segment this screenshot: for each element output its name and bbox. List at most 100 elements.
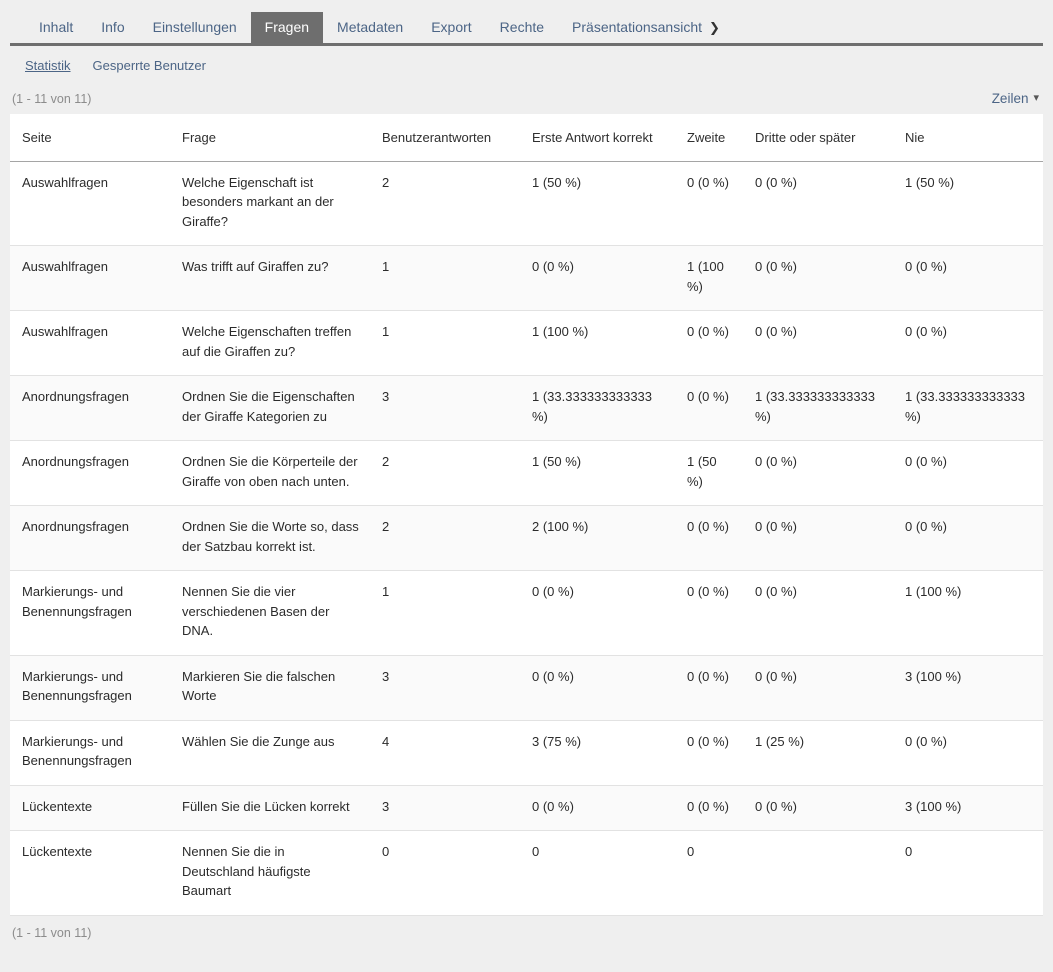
tab-label: Einstellungen bbox=[153, 19, 237, 35]
table-cell: 0 (0 %) bbox=[893, 720, 1043, 785]
table-toolbar: (1 - 11 von 11) Zeilen ▾ bbox=[0, 77, 1053, 112]
tab-fragen[interactable]: Fragen bbox=[251, 12, 323, 43]
table-cell: 1 (33.333333333333 %) bbox=[520, 376, 675, 441]
table-cell: 1 (50 %) bbox=[675, 441, 743, 506]
table-cell: 0 bbox=[520, 831, 675, 916]
table-cell: 0 (0 %) bbox=[743, 655, 893, 720]
table-cell: 0 (0 %) bbox=[675, 376, 743, 441]
table-row: AuswahlfragenWelche Eigenschaften treffe… bbox=[10, 311, 1043, 376]
pagination-bottom: (1 - 11 von 11) bbox=[12, 926, 91, 940]
table-cell: Anordnungsfragen bbox=[10, 506, 170, 571]
table-cell: 0 (0 %) bbox=[743, 571, 893, 656]
table-cell: 1 (100 %) bbox=[520, 311, 675, 376]
tab-bar: Inhalt Info Einstellungen Fragen Metadaten Ex… bbox=[10, 0, 1043, 46]
table-cell: 1 (50 %) bbox=[520, 161, 675, 246]
table-cell: 0 (0 %) bbox=[675, 720, 743, 785]
table-cell: Was trifft auf Giraffen zu? bbox=[170, 246, 370, 311]
subtab-bar: Statistik Gesperrte Benutzer bbox=[0, 46, 1053, 77]
statistics-table-container: SeiteFrageBenutzerantwortenErste Antwort… bbox=[10, 114, 1043, 916]
table-row: AuswahlfragenWelche Eigenschaft ist beso… bbox=[10, 161, 1043, 246]
table-cell: 0 (0 %) bbox=[675, 655, 743, 720]
table-cell: 0 (0 %) bbox=[893, 246, 1043, 311]
table-cell: 1 bbox=[370, 246, 520, 311]
tab-label: Export bbox=[431, 19, 471, 35]
table-cell: Füllen Sie die Lücken korrekt bbox=[170, 785, 370, 831]
table-cell: Markieren Sie die falschen Worte bbox=[170, 655, 370, 720]
table-row: AnordnungsfragenOrdnen Sie die Körpertei… bbox=[10, 441, 1043, 506]
table-cell: 0 (0 %) bbox=[743, 441, 893, 506]
table-cell: 2 bbox=[370, 506, 520, 571]
table-cell: 1 (100 %) bbox=[675, 246, 743, 311]
subtab-gesperrte-benutzer[interactable]: Gesperrte Benutzer bbox=[93, 58, 206, 73]
table-cell: 1 (50 %) bbox=[893, 161, 1043, 246]
tab-label: Metadaten bbox=[337, 19, 403, 35]
table-cell: 0 (0 %) bbox=[520, 246, 675, 311]
tab-info[interactable]: Info bbox=[87, 12, 138, 43]
caret-down-icon: ▾ bbox=[1033, 93, 1039, 104]
tab-einstellungen[interactable]: Einstellungen bbox=[139, 12, 251, 43]
table-cell: 0 (0 %) bbox=[675, 785, 743, 831]
tab-label: Info bbox=[101, 19, 124, 35]
table-cell: Auswahlfragen bbox=[10, 311, 170, 376]
table-cell: Auswahlfragen bbox=[10, 161, 170, 246]
table-cell: 1 bbox=[370, 571, 520, 656]
table-cell: 0 (0 %) bbox=[893, 506, 1043, 571]
table-cell: 2 (100 %) bbox=[520, 506, 675, 571]
tab-label: Präsentationsansicht bbox=[572, 19, 702, 35]
table-cell: Anordnungsfragen bbox=[10, 441, 170, 506]
statistics-table: SeiteFrageBenutzerantwortenErste Antwort… bbox=[10, 114, 1043, 916]
column-header-zweite: Zweite bbox=[675, 114, 743, 161]
table-cell: Ordnen Sie die Körperteile der Giraffe v… bbox=[170, 441, 370, 506]
table-cell: Auswahlfragen bbox=[10, 246, 170, 311]
table-cell: 0 (0 %) bbox=[675, 571, 743, 656]
table-cell: Markierungs- und Benennungsfragen bbox=[10, 655, 170, 720]
table-cell: Welche Eigenschaft ist besonders markant… bbox=[170, 161, 370, 246]
table-row: Markierungs- und BenennungsfragenWählen … bbox=[10, 720, 1043, 785]
table-cell: 0 bbox=[893, 831, 1043, 916]
table-cell: 1 (100 %) bbox=[893, 571, 1043, 656]
table-cell: Markierungs- und Benennungsfragen bbox=[10, 571, 170, 656]
table-cell: Lückentexte bbox=[10, 831, 170, 916]
table-row: LückentexteFüllen Sie die Lücken korrekt… bbox=[10, 785, 1043, 831]
subtab-statistik[interactable]: Statistik bbox=[25, 58, 71, 73]
table-cell: 0 (0 %) bbox=[520, 655, 675, 720]
rows-dropdown[interactable]: Zeilen ▾ bbox=[992, 91, 1039, 106]
table-cell: 2 bbox=[370, 441, 520, 506]
pagination-top: (1 - 11 von 11) bbox=[12, 92, 91, 106]
table-cell: 0 (0 %) bbox=[675, 506, 743, 571]
table-cell: Nennen Sie die vier verschiedenen Basen … bbox=[170, 571, 370, 656]
table-cell: Anordnungsfragen bbox=[10, 376, 170, 441]
table-cell: 0 (0 %) bbox=[893, 311, 1043, 376]
table-cell: Ordnen Sie die Worte so, dass der Satzba… bbox=[170, 506, 370, 571]
table-row: AnordnungsfragenOrdnen Sie die Worte so,… bbox=[10, 506, 1043, 571]
tab-prasentationsansicht[interactable]: Präsentationsansicht❯ bbox=[558, 12, 734, 43]
table-cell: Welche Eigenschaften treffen auf die Gir… bbox=[170, 311, 370, 376]
table-cell: 3 bbox=[370, 655, 520, 720]
column-header-dritte-oder-spater: Dritte oder später bbox=[743, 114, 893, 161]
table-cell: 1 (33.333333333333 %) bbox=[743, 376, 893, 441]
table-cell: 0 (0 %) bbox=[743, 246, 893, 311]
rows-dropdown-label: Zeilen bbox=[992, 91, 1029, 106]
table-cell: 4 bbox=[370, 720, 520, 785]
column-header-frage: Frage bbox=[170, 114, 370, 161]
table-cell: 3 (100 %) bbox=[893, 655, 1043, 720]
tab-metadaten[interactable]: Metadaten bbox=[323, 12, 417, 43]
tab-inhalt[interactable]: Inhalt bbox=[25, 12, 87, 43]
table-cell: 0 (0 %) bbox=[675, 161, 743, 246]
table-cell: 0 bbox=[370, 831, 520, 916]
table-cell: 0 (0 %) bbox=[743, 161, 893, 246]
table-cell: 2 bbox=[370, 161, 520, 246]
table-header-row: SeiteFrageBenutzerantwortenErste Antwort… bbox=[10, 114, 1043, 161]
table-cell: 0 (0 %) bbox=[520, 785, 675, 831]
table-cell: 3 (100 %) bbox=[893, 785, 1043, 831]
table-cell: 3 bbox=[370, 376, 520, 441]
table-cell: 0 (0 %) bbox=[743, 506, 893, 571]
tab-export[interactable]: Export bbox=[417, 12, 485, 43]
table-row: Markierungs- und BenennungsfragenMarkier… bbox=[10, 655, 1043, 720]
table-cell: 3 (75 %) bbox=[520, 720, 675, 785]
table-cell: 1 (33.333333333333 %) bbox=[893, 376, 1043, 441]
table-row: AuswahlfragenWas trifft auf Giraffen zu?… bbox=[10, 246, 1043, 311]
table-cell: 0 (0 %) bbox=[675, 311, 743, 376]
tab-rechte[interactable]: Rechte bbox=[486, 12, 558, 43]
table-cell bbox=[743, 831, 893, 916]
